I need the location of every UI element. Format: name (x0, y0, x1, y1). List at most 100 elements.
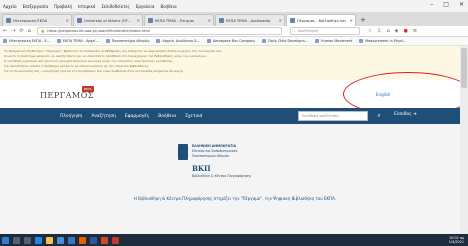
bookmark-item[interactable]: Αρχείο, Διαδίκτυο &... (156, 39, 200, 43)
word-icon[interactable] (90, 236, 97, 244)
downloads-icon[interactable]: ⇩ (377, 28, 381, 34)
home-icon[interactable]: ⌂ (28, 28, 31, 34)
clock-date: 1/4/2021 (448, 240, 464, 244)
bookmark-label: Human Movement (321, 39, 353, 43)
search-taskbar-icon[interactable] (13, 236, 20, 244)
library-logo: ΒΚΠ (192, 164, 211, 173)
bookmark-item[interactable]: ΕΚΠΑ ΤΕΜΑ - Αρχεί... (56, 39, 99, 43)
bookmark-icon (359, 39, 364, 43)
site-logo[interactable]: ΠΕΡΓΑΜΟΣ (40, 91, 94, 100)
bookmark-item[interactable]: Human Movement (315, 39, 352, 43)
extension-icon[interactable]: ● (404, 28, 408, 34)
favicon-icon (6, 18, 11, 23)
powerpoint-icon[interactable] (101, 236, 108, 244)
bookmark-label: Measurement in Physi... (365, 39, 406, 43)
maximize-icon[interactable]: □ (443, 1, 449, 8)
task-view-icon[interactable] (24, 236, 31, 244)
login-label: Είσοδος (394, 112, 412, 117)
login-icon: ➜ (413, 112, 417, 117)
new-tab-icon[interactable]: + (360, 16, 366, 24)
nav-about[interactable]: Σχετικά (185, 114, 202, 119)
university-emblem-icon (178, 144, 188, 160)
tab-title: ΕΚΠΑ ΤΕΜΑ - Διαδικασία (226, 18, 271, 23)
menu-edit[interactable]: Επεξεργασία (23, 4, 49, 9)
minimize-icon[interactable]: – (430, 1, 433, 8)
close-tab-icon[interactable]: ✕ (137, 18, 140, 23)
bookmark-label: Αρχείο, Διαδίκτυο &... (162, 39, 200, 43)
bookmark-label: Πανεπιστήμιο Αθηνών (111, 39, 150, 43)
tab-title: ΕΚΠΑ ΤΕΜΑ - Πτυχιακ (155, 18, 195, 23)
nav-help[interactable]: Βοήθεια (158, 114, 176, 119)
store-icon[interactable] (57, 236, 64, 244)
address-toolbar: ← → ⟳ ⌂ 🔒 https://pergamos.lib.uoa.gr/uo… (0, 26, 468, 37)
bookmark-icon (105, 39, 110, 43)
beta-badge: BETA (82, 86, 94, 92)
menu-history[interactable]: Ιστορικό (78, 4, 95, 9)
close-tab-icon[interactable]: ✕ (350, 18, 353, 23)
favicon-icon (148, 18, 153, 23)
home-shortcut-icon[interactable]: ⌂ (386, 28, 389, 34)
url-bar[interactable]: 🔒 https://pergamos.lib.uoa.gr/uoa/dl/fro… (36, 27, 282, 35)
bookmark-label: Ηλεκτρονική ΕΚΠΑ - Ε... (9, 39, 50, 43)
back-icon[interactable]: ← (3, 28, 7, 34)
bookmark-item[interactable]: Πανεπιστήμιο Αθηνών (105, 39, 150, 43)
menu-view[interactable]: Προβολή (54, 4, 72, 9)
explorer-icon[interactable] (46, 236, 53, 244)
login-link[interactable]: Είσοδος ➜ (394, 112, 417, 117)
close-tab-icon[interactable]: ✕ (66, 18, 69, 23)
bookmark-item[interactable]: Aerospace Bus Company (207, 39, 255, 43)
shield-icon[interactable]: ◈ (395, 28, 399, 34)
bookmark-item[interactable]: Ηλεκτρονική ΕΚΠΑ - Ε... (3, 39, 50, 43)
browser-search-input[interactable]: ⌕ Αναζήτηση (289, 27, 360, 35)
site-header: ΠΕΡΓΑΜΟΣ BETA English (0, 72, 468, 116)
search-icon: ⌕ (293, 29, 296, 33)
system-tray[interactable]: 10:02 πμ 1/4/2021 (449, 236, 464, 244)
menu-file[interactable]: Αρχείο (3, 4, 17, 9)
tab-title: Πέργαμος - Βιβλιοθήκη και (297, 18, 346, 23)
close-tab-icon[interactable]: ✕ (208, 18, 211, 23)
favicon-icon (219, 18, 224, 23)
web-page: Το Ιδρυματικό Αποθετήριο "Πέργαμος" βρίσ… (0, 46, 468, 234)
close-window-icon[interactable]: ✕ (459, 1, 464, 8)
bookmark-icon (3, 39, 7, 43)
nav-apps[interactable]: Εφαρμογές (125, 114, 149, 119)
toolbar-icons: ☆ ⇩ ⌂ ◈ ● ≡ (368, 28, 417, 34)
nav-browse[interactable]: Πλοήγηση (60, 114, 82, 119)
site-search-input[interactable]: Ελεύθερη αναζήτηση... (298, 111, 368, 121)
bookmark-item[interactable]: Daily Child Developm... (262, 39, 308, 43)
star-icon[interactable]: ☆ (368, 28, 372, 34)
start-icon[interactable] (2, 236, 9, 244)
nav-search[interactable]: Αναζήτηση (91, 114, 116, 119)
tab-1[interactable]: Ηλεκτρονική ΕΚΠΑ ✕ (2, 14, 72, 26)
tab-5-active[interactable]: Πέργαμος - Βιβλιοθήκη και ✕ (286, 14, 356, 26)
bookmark-label: Daily Child Developm... (268, 39, 309, 43)
mail-icon[interactable] (68, 236, 75, 244)
library-subtitle: Βιβλιοθήκη & Κέντρο Πληροφόρησης (192, 174, 252, 178)
bookmark-label: Aerospace Bus Company (213, 39, 256, 43)
tab-2[interactable]: University of Athens (ΠΥΘΙΟ Α) ✕ (73, 14, 143, 26)
menu-tools[interactable]: Εργαλεία (136, 4, 155, 9)
edge-icon[interactable] (35, 236, 42, 244)
tab-4[interactable]: ΕΚΠΑ ΤΕΜΑ - Διαδικασία ✕ (215, 14, 285, 26)
bookmark-icon (315, 39, 320, 43)
firefox-icon[interactable] (79, 236, 86, 244)
menu-bookmarks[interactable]: Σελιδοδείκτες (101, 4, 130, 9)
menu-icon[interactable]: ≡ (413, 28, 417, 34)
menu-help[interactable]: Βοήθεια (160, 4, 176, 9)
bookmark-icon (207, 39, 211, 43)
scrollbar-thumb[interactable] (461, 48, 467, 88)
tab-3[interactable]: ΕΚΠΑ ΤΕΜΑ - Πτυχιακ ✕ (144, 14, 214, 26)
site-nav: Πλοήγηση Αναζήτηση Εφαρμογές Βοήθεια Σχε… (0, 108, 460, 124)
forward-icon[interactable]: → (11, 28, 15, 34)
close-tab-icon[interactable]: ✕ (279, 18, 282, 23)
pdf-icon[interactable] (112, 236, 119, 244)
search-icon[interactable]: ⌕ (372, 111, 386, 121)
university-line: Πανεπιστήμιον Αθηνών (192, 154, 230, 158)
bookmark-label: ΕΚΠΑ ΤΕΜΑ - Αρχεί... (62, 39, 99, 43)
library-description: Η Βιβλιοθήκη & Κέντρο Πληροφόρησης στηρί… (133, 196, 337, 201)
window-controls: – □ ✕ (430, 1, 464, 8)
bookmark-item[interactable]: Measurement in Physi... (359, 39, 406, 43)
page-body: ΕΛΛΗΝΙΚΗ ΔΗΜΟΚΡΑΤΙΑ Εθνικόν και Καποδιστ… (0, 124, 460, 234)
page-scrollbar[interactable] (460, 46, 468, 234)
reload-icon[interactable]: ⟳ (19, 28, 23, 34)
